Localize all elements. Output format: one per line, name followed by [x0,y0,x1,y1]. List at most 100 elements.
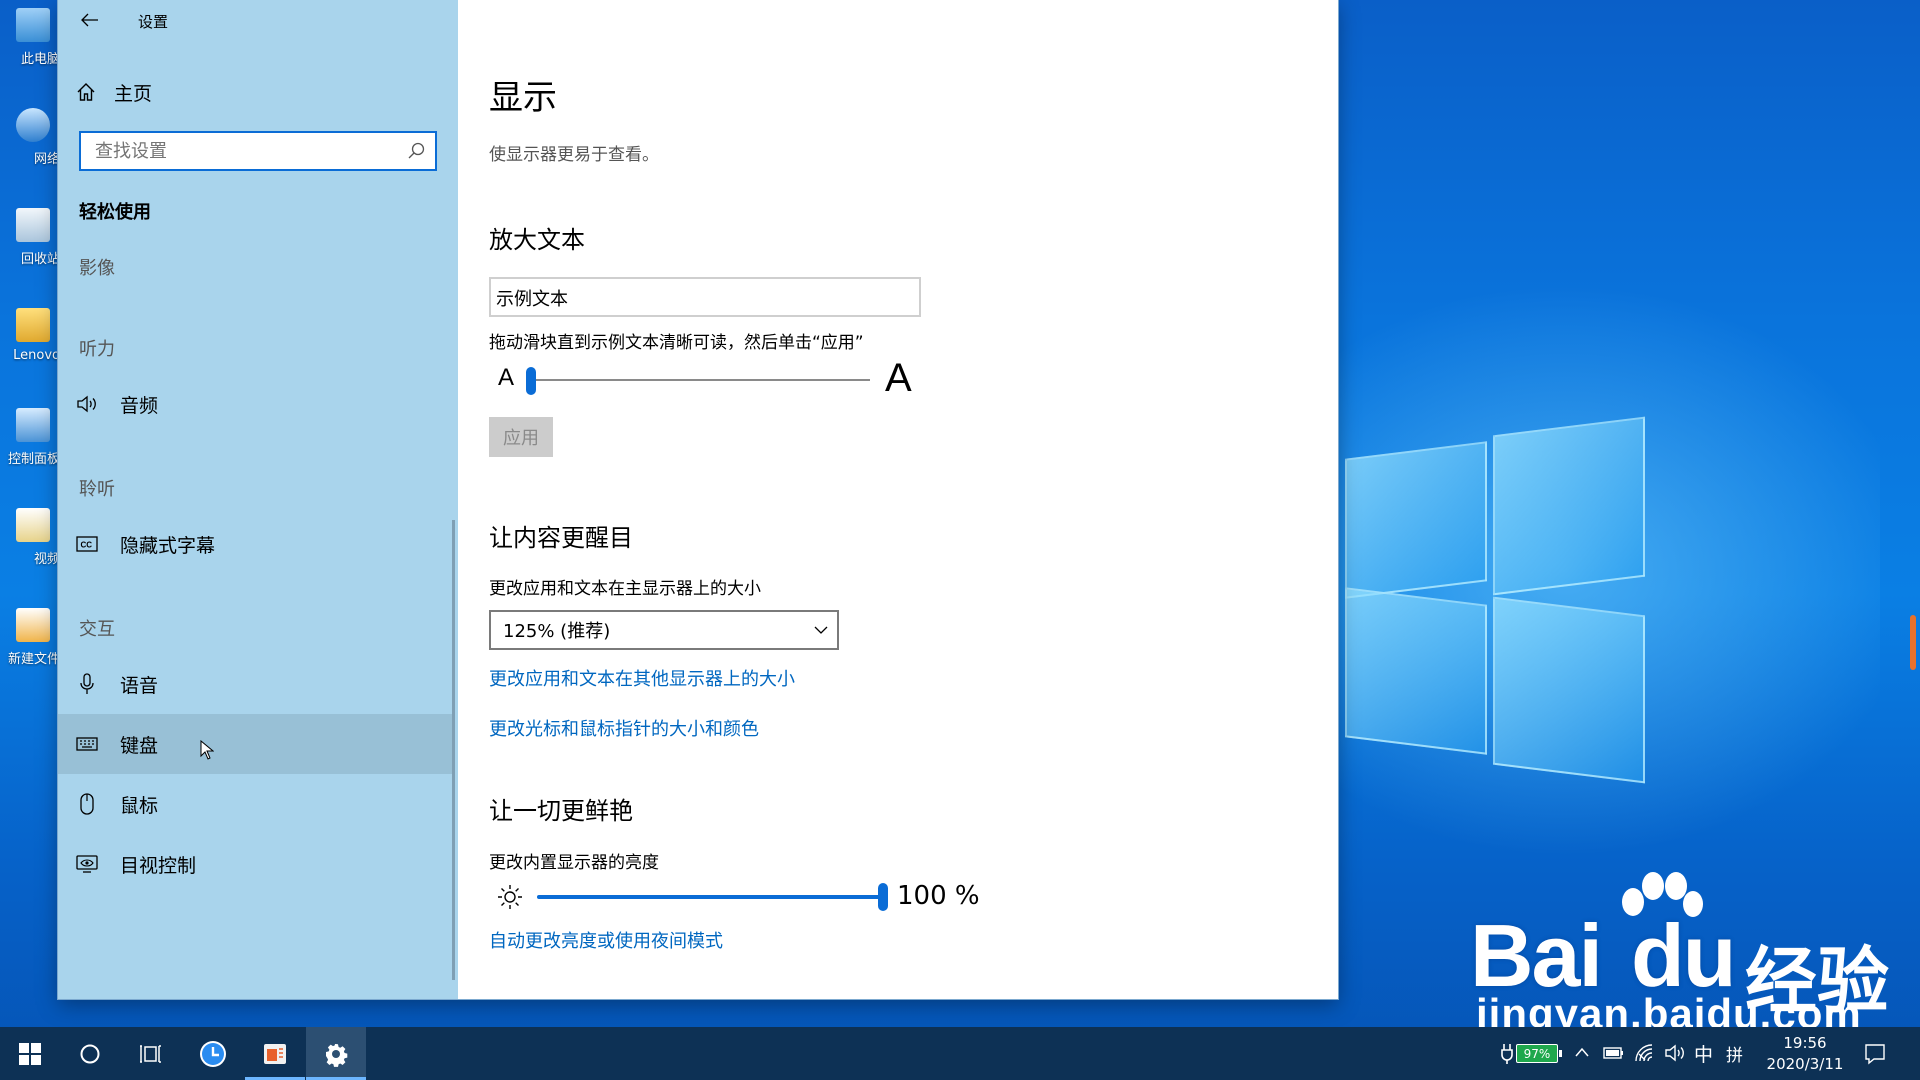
start-button[interactable] [0,1027,60,1080]
desktop-icon-this-pc[interactable]: 此电脑 [6,8,60,88]
brightness-label: 更改内置显示器的亮度 [489,853,659,873]
microphone-icon [76,673,98,695]
action-center-icon[interactable] [1864,1043,1886,1065]
brightness-sun-icon [498,885,522,909]
volume-icon[interactable] [1664,1044,1688,1062]
sample-text-preview: 示例文本 [489,277,921,317]
svg-text:CC: CC [81,541,93,550]
clock-date: 2020/3/11 [1766,1055,1844,1073]
network-icon [16,108,50,142]
desktop-icons: 此电脑 网络 回收站 Lenovo 控制面板 视频 新建文件 [0,0,60,700]
document-icon [16,608,50,642]
cortana-search-button[interactable] [60,1027,120,1080]
desktop-icon-label: 视频 [33,552,60,567]
text-size-min-label: A [498,364,515,391]
chevron-up-icon[interactable] [1574,1046,1590,1058]
taskbar-clock[interactable]: 19:56 2020/3/11 [1760,1033,1850,1075]
desktop-icon-label: 此电脑 [20,52,60,67]
taskbar-app-settings[interactable] [306,1027,366,1080]
text-size-max-label: A [885,356,912,400]
computer-icon [16,8,50,42]
task-view-icon [140,1044,161,1063]
sidebar-item-closed-captions[interactable]: CC 隐藏式字幕 [58,514,454,574]
sidebar-scrollbar[interactable] [452,520,455,980]
sidebar-group-listening: 聆听 [79,479,115,500]
apply-button[interactable]: 应用 [489,417,553,457]
desktop-icon-label: Lenovo [13,348,60,363]
sidebar-item-mouse[interactable]: 鼠标 [58,774,454,834]
speaker-icon [76,393,98,415]
settings-window: 设置 主页 轻松使用 影像 听力 音频 聆听 CC [58,0,1338,999]
sidebar-item-home[interactable]: 主页 [76,78,152,106]
sidebar-item-label: 目视控制 [120,854,197,877]
link-night-light[interactable]: 自动更改亮度或使用夜间模式 [489,927,723,953]
brightness-slider-track[interactable] [537,895,884,899]
battery-indicator[interactable]: 97% [1516,1044,1562,1063]
taskbar-app-presentation[interactable] [245,1027,305,1080]
sidebar-item-keyboard[interactable]: 键盘 [58,714,454,774]
enlarge-text-instruction: 拖动滑块直到示例文本清晰可读，然后单击“应用” [489,333,864,353]
taskbar: 97% 中 拼 19:56 2020/3/11 [0,1027,1920,1080]
desktop-icon-video[interactable]: 视频 [6,508,60,588]
home-icon [77,83,95,101]
gear-icon [326,1043,348,1067]
desktop-icon-network[interactable]: 网络 [6,108,60,188]
desktop-icon-control-panel[interactable]: 控制面板 [6,408,60,488]
make-bigger-title: 让内容更醒目 [489,524,633,552]
desktop-icon-lenovo[interactable]: Lenovo [6,308,60,388]
scale-dropdown-value: 125% (推荐) [503,621,611,642]
sidebar-group-vision: 影像 [79,258,115,279]
task-view-button[interactable] [120,1027,180,1080]
eye-control-icon [76,853,98,875]
desktop-icon-label: 网络 [33,152,60,167]
enlarge-text-title: 放大文本 [489,226,585,254]
sidebar-item-label: 键盘 [120,734,159,757]
video-file-icon [16,508,50,542]
desktop-icon-label: 新建文件 [7,652,60,667]
battery-percent: 97% [1523,1046,1551,1061]
recycle-bin-icon [16,208,50,242]
sidebar: 设置 主页 轻松使用 影像 听力 音频 聆听 CC [58,0,458,999]
desktop-scroll-indicator [1910,615,1916,670]
text-size-slider-track[interactable] [530,379,870,381]
sidebar-group-interaction: 交互 [79,619,115,640]
sidebar-item-label: 音频 [120,394,159,417]
clock-app-icon [200,1040,226,1067]
ime-language-indicator[interactable]: 中 [1694,1040,1713,1067]
search-box[interactable] [79,131,437,171]
windows-start-icon [19,1042,41,1065]
link-cursor-pointer-size[interactable]: 更改光标和鼠标指针的大小和颜色 [489,715,759,741]
cortana-circle-icon [80,1044,100,1063]
link-other-displays-scale[interactable]: 更改应用和文本在其他显示器上的大小 [489,665,795,691]
page-title: 显示 [489,78,557,118]
keyboard-icon [76,733,98,755]
clock-time: 19:56 [1783,1034,1827,1052]
scale-dropdown[interactable]: 125% (推荐) [489,610,839,650]
ime-mode-indicator[interactable]: 拼 [1726,1041,1743,1066]
text-size-slider-thumb[interactable] [526,367,536,395]
presentation-app-icon [264,1043,286,1064]
sidebar-item-label: 语音 [120,674,159,697]
sidebar-item-label: 主页 [114,82,153,105]
closed-caption-icon: CC [76,533,98,555]
power-plug-icon [1501,1044,1513,1064]
desktop-icon-recycle-bin[interactable]: 回收站 [6,208,60,288]
brightness-slider-thumb[interactable] [878,883,888,911]
desktop-icon-new-file[interactable]: 新建文件 [6,608,60,688]
back-button[interactable] [70,4,110,36]
windows-logo-wallpaper [1345,416,1645,784]
main-content: 显示 使显示器更易于查看。 放大文本 示例文本 拖动滑块直到示例文本清晰可读，然… [458,0,1338,999]
mouse-icon [76,793,98,815]
sidebar-group-hearing: 听力 [79,339,115,360]
wifi-icon[interactable] [1634,1043,1656,1063]
make-brighter-title: 让一切更鲜艳 [489,797,633,825]
baidu-jingyan-watermark: Bai du 经验 jingyan.baidu.com [1470,870,1910,1040]
battery-status-icon[interactable] [1603,1044,1625,1062]
taskbar-app-clock[interactable] [183,1027,243,1080]
sidebar-item-speech[interactable]: 语音 [58,654,454,714]
sidebar-item-eye-control[interactable]: 目视控制 [58,834,454,894]
sidebar-item-label: 鼠标 [120,794,159,817]
search-input[interactable] [81,133,381,169]
sidebar-item-audio[interactable]: 音频 [58,374,454,434]
back-arrow-icon [81,13,98,27]
